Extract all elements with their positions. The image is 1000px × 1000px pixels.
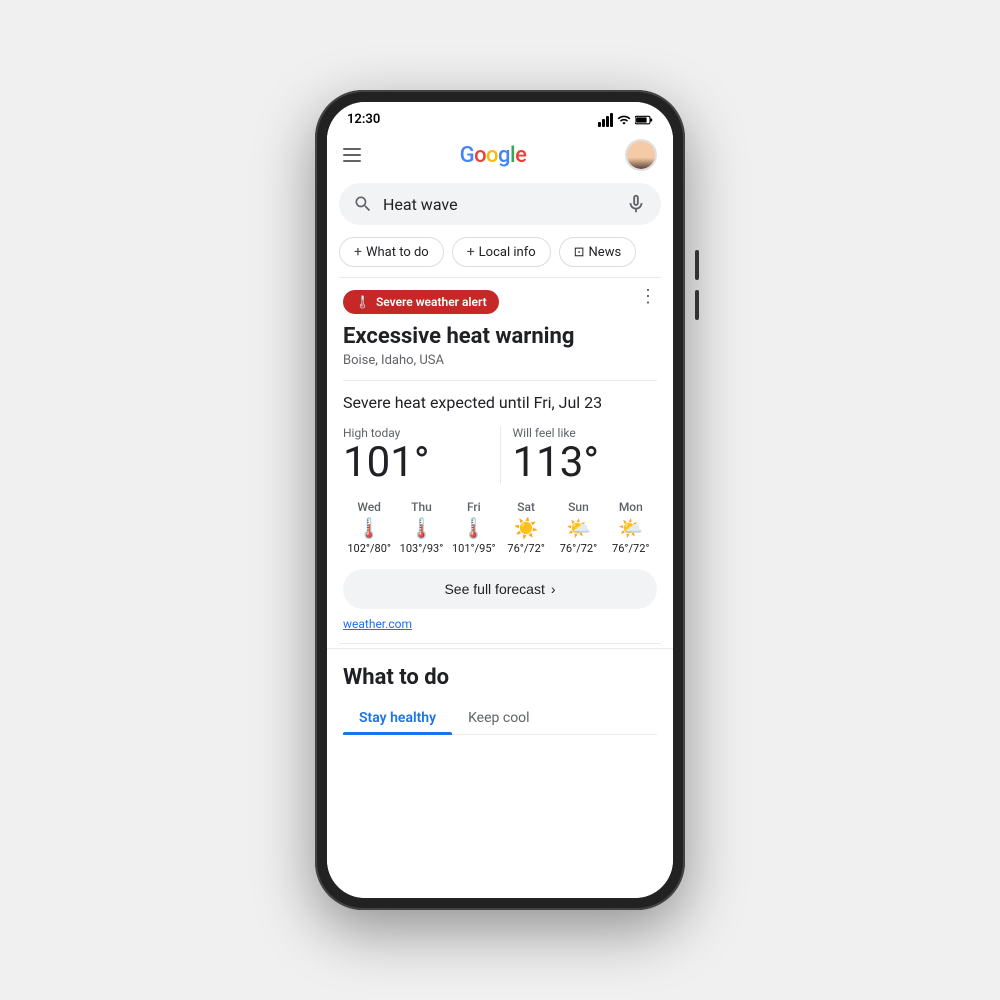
volume-up-button (695, 250, 699, 280)
wifi-icon (617, 113, 631, 127)
chip-label: What to do (366, 245, 429, 260)
chip-local-info[interactable]: + Local info (452, 237, 551, 267)
filter-chips: + What to do + Local info ⊡ News (327, 233, 673, 277)
heat-expected-text: Severe heat expected until Fri, Jul 23 (343, 393, 657, 412)
phone-screen: 12:30 (327, 102, 673, 898)
day-name: Sat (517, 500, 535, 514)
chip-what-to-do[interactable]: + What to do (339, 237, 444, 267)
day-temps: 103°/93° (400, 542, 444, 555)
signal-icon (598, 113, 613, 127)
chip-news[interactable]: ⊡ News (559, 237, 637, 267)
thermometer-icon: 🌡️ (355, 295, 370, 309)
tab-stay-healthy[interactable]: Stay healthy (343, 702, 452, 734)
forecast-day-sat: Sat ☀️ 76°/72° (500, 500, 552, 555)
hamburger-menu[interactable] (343, 148, 361, 162)
chip-label: News (589, 245, 622, 260)
google-logo: Google (460, 143, 527, 168)
day-name: Sun (568, 500, 589, 514)
high-today-block: High today 101° (343, 426, 500, 484)
weather-card: 🌡️ Severe weather alert ⋮ Excessive heat… (327, 278, 673, 643)
weather-source-link[interactable]: weather.com (343, 617, 657, 631)
warning-location: Boise, Idaho, USA (343, 353, 657, 368)
see-full-forecast-button[interactable]: See full forecast › (343, 569, 657, 609)
forecast-day-mon: Mon 🌤️ 76°/72° (605, 500, 657, 555)
what-to-do-section: What to do Stay healthy Keep cool (327, 648, 673, 743)
chip-plus-icon: + (467, 244, 475, 260)
phone-frame: 12:30 (315, 90, 685, 910)
card-divider (343, 380, 657, 381)
day-temps: 76°/72° (612, 542, 650, 555)
forecast-day-fri: Fri 🌡️ 101°/95° (448, 500, 500, 555)
tab-keep-cool[interactable]: Keep cool (452, 702, 546, 734)
day-icon: 🌤️ (618, 518, 643, 538)
section-divider (339, 643, 661, 644)
sub-tabs: Stay healthy Keep cool (343, 702, 657, 735)
status-icons (598, 113, 653, 127)
day-name: Mon (619, 500, 643, 514)
day-icon: 🌤️ (566, 518, 591, 538)
high-today-value: 101° (343, 442, 488, 484)
news-icon: ⊡ (574, 245, 585, 260)
battery-icon (635, 114, 653, 126)
day-icon: 🌡️ (461, 518, 486, 538)
day-name: Wed (357, 500, 381, 514)
forecast-day-thu: Thu 🌡️ 103°/93° (395, 500, 447, 555)
day-temps: 76°/72° (507, 542, 545, 555)
forecast-day-wed: Wed 🌡️ 102°/80° (343, 500, 395, 555)
day-icon: ☀️ (514, 518, 539, 538)
day-name: Fri (467, 500, 481, 514)
google-header: Google (327, 131, 673, 175)
warning-title: Excessive heat warning (343, 324, 657, 349)
chip-plus-icon: + (354, 244, 362, 260)
day-temps: 101°/95° (452, 542, 496, 555)
severe-weather-alert-badge: 🌡️ Severe weather alert (343, 290, 499, 314)
forecast-day-sun: Sun 🌤️ 76°/72° (552, 500, 604, 555)
alert-badge-text: Severe weather alert (376, 295, 487, 309)
mic-icon[interactable] (625, 193, 647, 215)
avatar[interactable] (625, 139, 657, 171)
day-icon: 🌡️ (357, 518, 382, 538)
volume-down-button (695, 290, 699, 320)
temperature-row: High today 101° Will feel like 113° (343, 426, 657, 484)
forecast-btn-label: See full forecast (444, 581, 544, 597)
search-bar[interactable]: Heat wave (339, 183, 661, 225)
day-icon: 🌡️ (409, 518, 434, 538)
day-temps: 76°/72° (560, 542, 598, 555)
search-query: Heat wave (383, 195, 615, 214)
feels-like-block: Will feel like 113° (500, 426, 658, 484)
forecast-row: Wed 🌡️ 102°/80° Thu 🌡️ 103°/93° Fri 🌡️ 1… (343, 500, 657, 555)
card-menu-button[interactable]: ⋮ (639, 288, 657, 306)
what-to-do-title: What to do (343, 665, 657, 690)
day-name: Thu (411, 500, 432, 514)
chevron-right-icon: › (551, 581, 556, 597)
status-time: 12:30 (347, 112, 380, 127)
scroll-area[interactable]: Google Heat wave + What (327, 131, 673, 898)
search-icon (353, 194, 373, 214)
feels-like-value: 113° (513, 442, 658, 484)
status-bar: 12:30 (327, 102, 673, 131)
chip-label: Local info (479, 245, 536, 260)
day-temps: 102°/80° (347, 542, 391, 555)
